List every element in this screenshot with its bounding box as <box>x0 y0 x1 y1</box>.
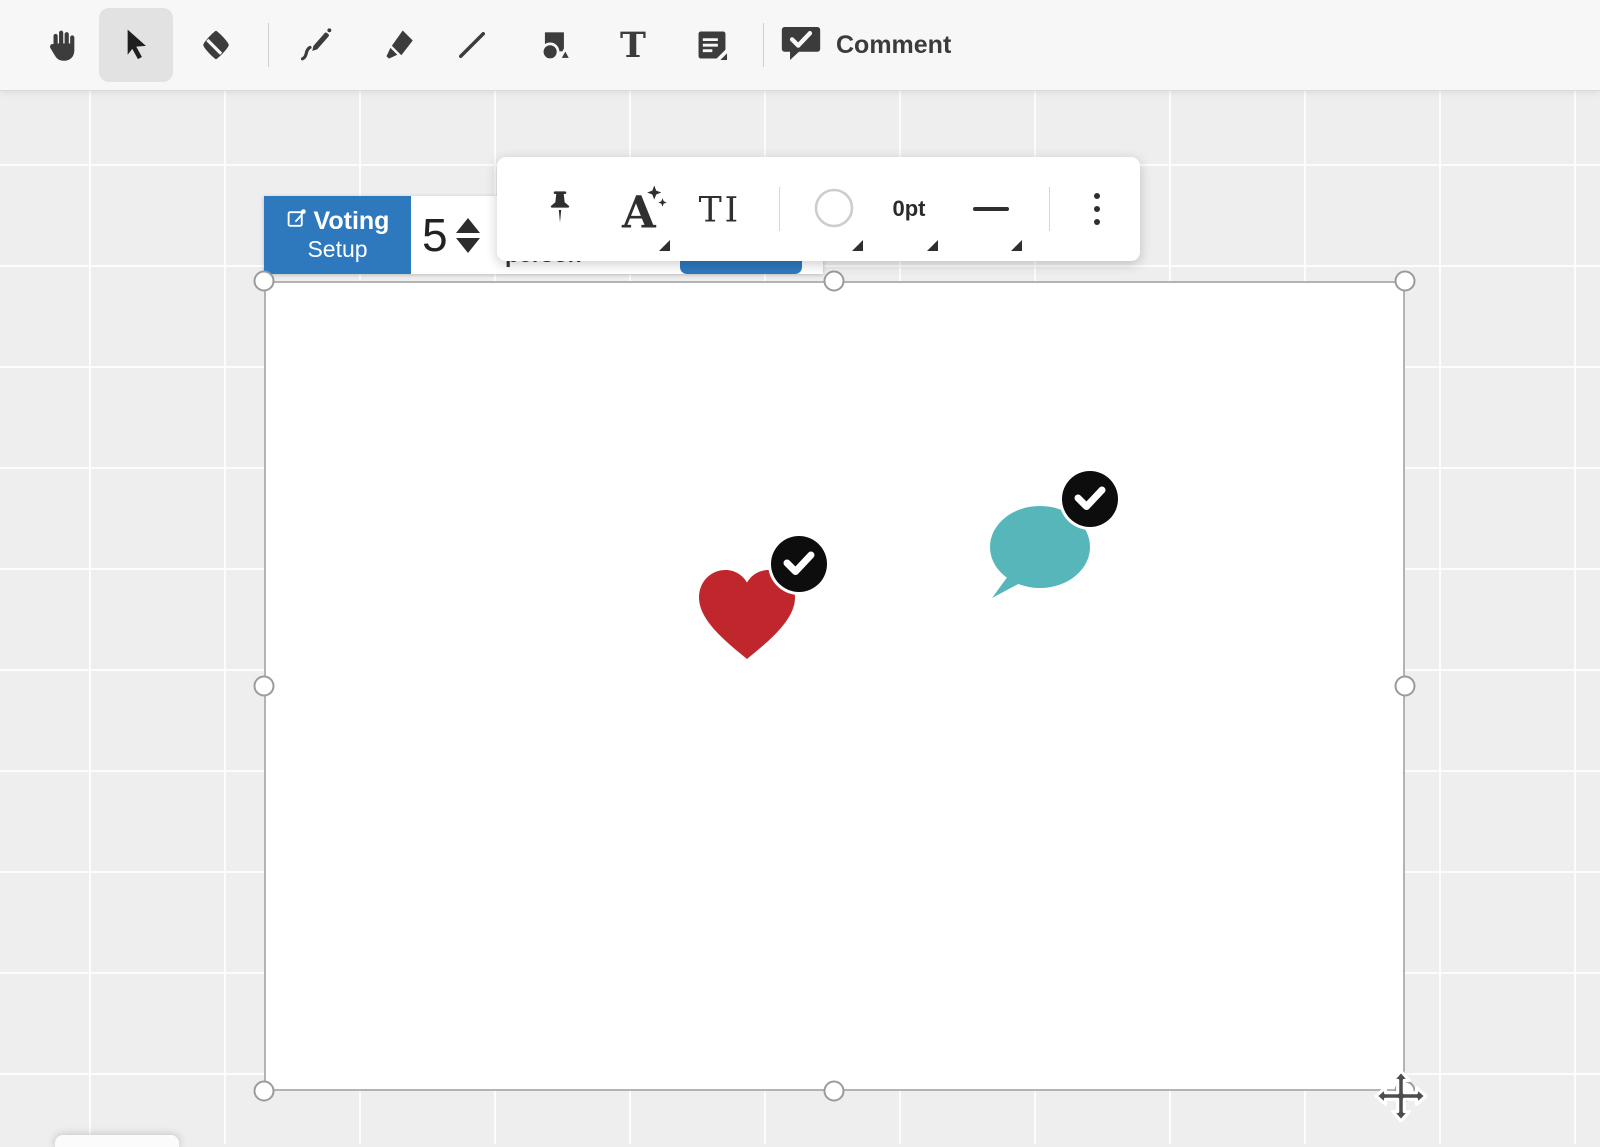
resize-handle-bottom-left[interactable] <box>254 1081 275 1102</box>
shapes-icon <box>537 26 575 64</box>
text-tool-button[interactable]: T <box>607 19 659 71</box>
border-width-button[interactable]: 0pt <box>875 157 943 261</box>
resize-handle-middle-left[interactable] <box>254 676 275 697</box>
border-width-value: 0pt <box>893 196 926 222</box>
more-options-button[interactable] <box>1067 157 1127 261</box>
dropdown-arrow-icon <box>852 240 863 251</box>
board-canvas[interactable]: Voting Setup 5 person A TI <box>0 90 1600 1144</box>
fill-color-icon <box>812 186 856 233</box>
fill-color-button[interactable] <box>802 157 866 261</box>
more-options-icon <box>1094 193 1100 225</box>
hand-icon <box>43 27 79 63</box>
line-style-button[interactable] <box>959 157 1023 261</box>
pin-icon <box>544 187 576 232</box>
pin-button[interactable] <box>533 157 587 261</box>
check-icon <box>771 534 827 595</box>
votes-stepper[interactable] <box>456 218 480 253</box>
bubble-vote-check-badge[interactable] <box>1062 471 1118 527</box>
comment-check-icon <box>780 25 822 65</box>
votes-count-value: 5 <box>422 208 448 262</box>
comment-button[interactable]: Comment <box>772 14 959 76</box>
shapes-tool-button[interactable] <box>530 19 582 71</box>
eraser-tool-button[interactable] <box>190 19 242 71</box>
note-edit-icon <box>286 208 307 236</box>
text-style-button[interactable]: A <box>611 157 675 261</box>
text-size-icon: TI <box>696 188 752 231</box>
pen-tool-button[interactable] <box>290 19 342 71</box>
dropdown-arrow-icon <box>927 240 938 251</box>
highlighter-tool-button[interactable] <box>374 19 426 71</box>
check-icon <box>1062 469 1118 530</box>
svg-text:T: T <box>620 26 646 64</box>
dropdown-arrow-icon <box>1011 240 1022 251</box>
sticky-note-tool-button[interactable] <box>686 19 738 71</box>
resize-handle-bottom-right[interactable] <box>1395 1081 1416 1102</box>
resize-handle-bottom-center[interactable] <box>824 1081 845 1102</box>
format-toolbar-divider <box>779 187 780 231</box>
resize-handle-top-left[interactable] <box>254 271 275 292</box>
comment-label: Comment <box>836 31 951 60</box>
stepper-down-icon[interactable] <box>456 238 480 253</box>
voting-setup-badge[interactable]: Voting Setup <box>264 196 411 274</box>
dropdown-arrow-icon <box>659 240 670 251</box>
format-toolbar-divider <box>1049 187 1050 231</box>
toolbar-divider <box>763 23 764 67</box>
pen-icon <box>298 27 334 63</box>
stepper-up-icon[interactable] <box>456 218 480 233</box>
resize-handle-top-center[interactable] <box>824 271 845 292</box>
format-toolbar: A TI 0pt <box>497 157 1140 261</box>
cursor-icon <box>118 27 154 63</box>
pan-tool-button[interactable] <box>35 19 87 71</box>
main-toolbar: T Comment <box>0 0 1600 91</box>
svg-text:TI: TI <box>699 190 741 228</box>
line-tool-button[interactable] <box>446 19 498 71</box>
voting-subtitle: Setup <box>307 236 367 262</box>
heart-vote-check-badge[interactable] <box>771 536 827 592</box>
resize-handle-top-right[interactable] <box>1395 271 1416 292</box>
bottom-panel-peek <box>55 1135 179 1147</box>
highlighter-icon <box>382 27 418 63</box>
line-style-icon <box>973 207 1009 211</box>
sticky-note-icon <box>693 26 731 64</box>
selected-frame[interactable] <box>264 281 1405 1091</box>
select-tool-button[interactable] <box>99 8 173 82</box>
text-size-button[interactable]: TI <box>692 157 756 261</box>
resize-handle-middle-right[interactable] <box>1395 676 1416 697</box>
voting-title: Voting <box>314 208 390 236</box>
text-icon: T <box>614 26 652 64</box>
toolbar-divider <box>268 23 269 67</box>
eraser-icon <box>198 27 234 63</box>
line-icon <box>454 27 490 63</box>
text-style-icon: A <box>617 184 669 235</box>
